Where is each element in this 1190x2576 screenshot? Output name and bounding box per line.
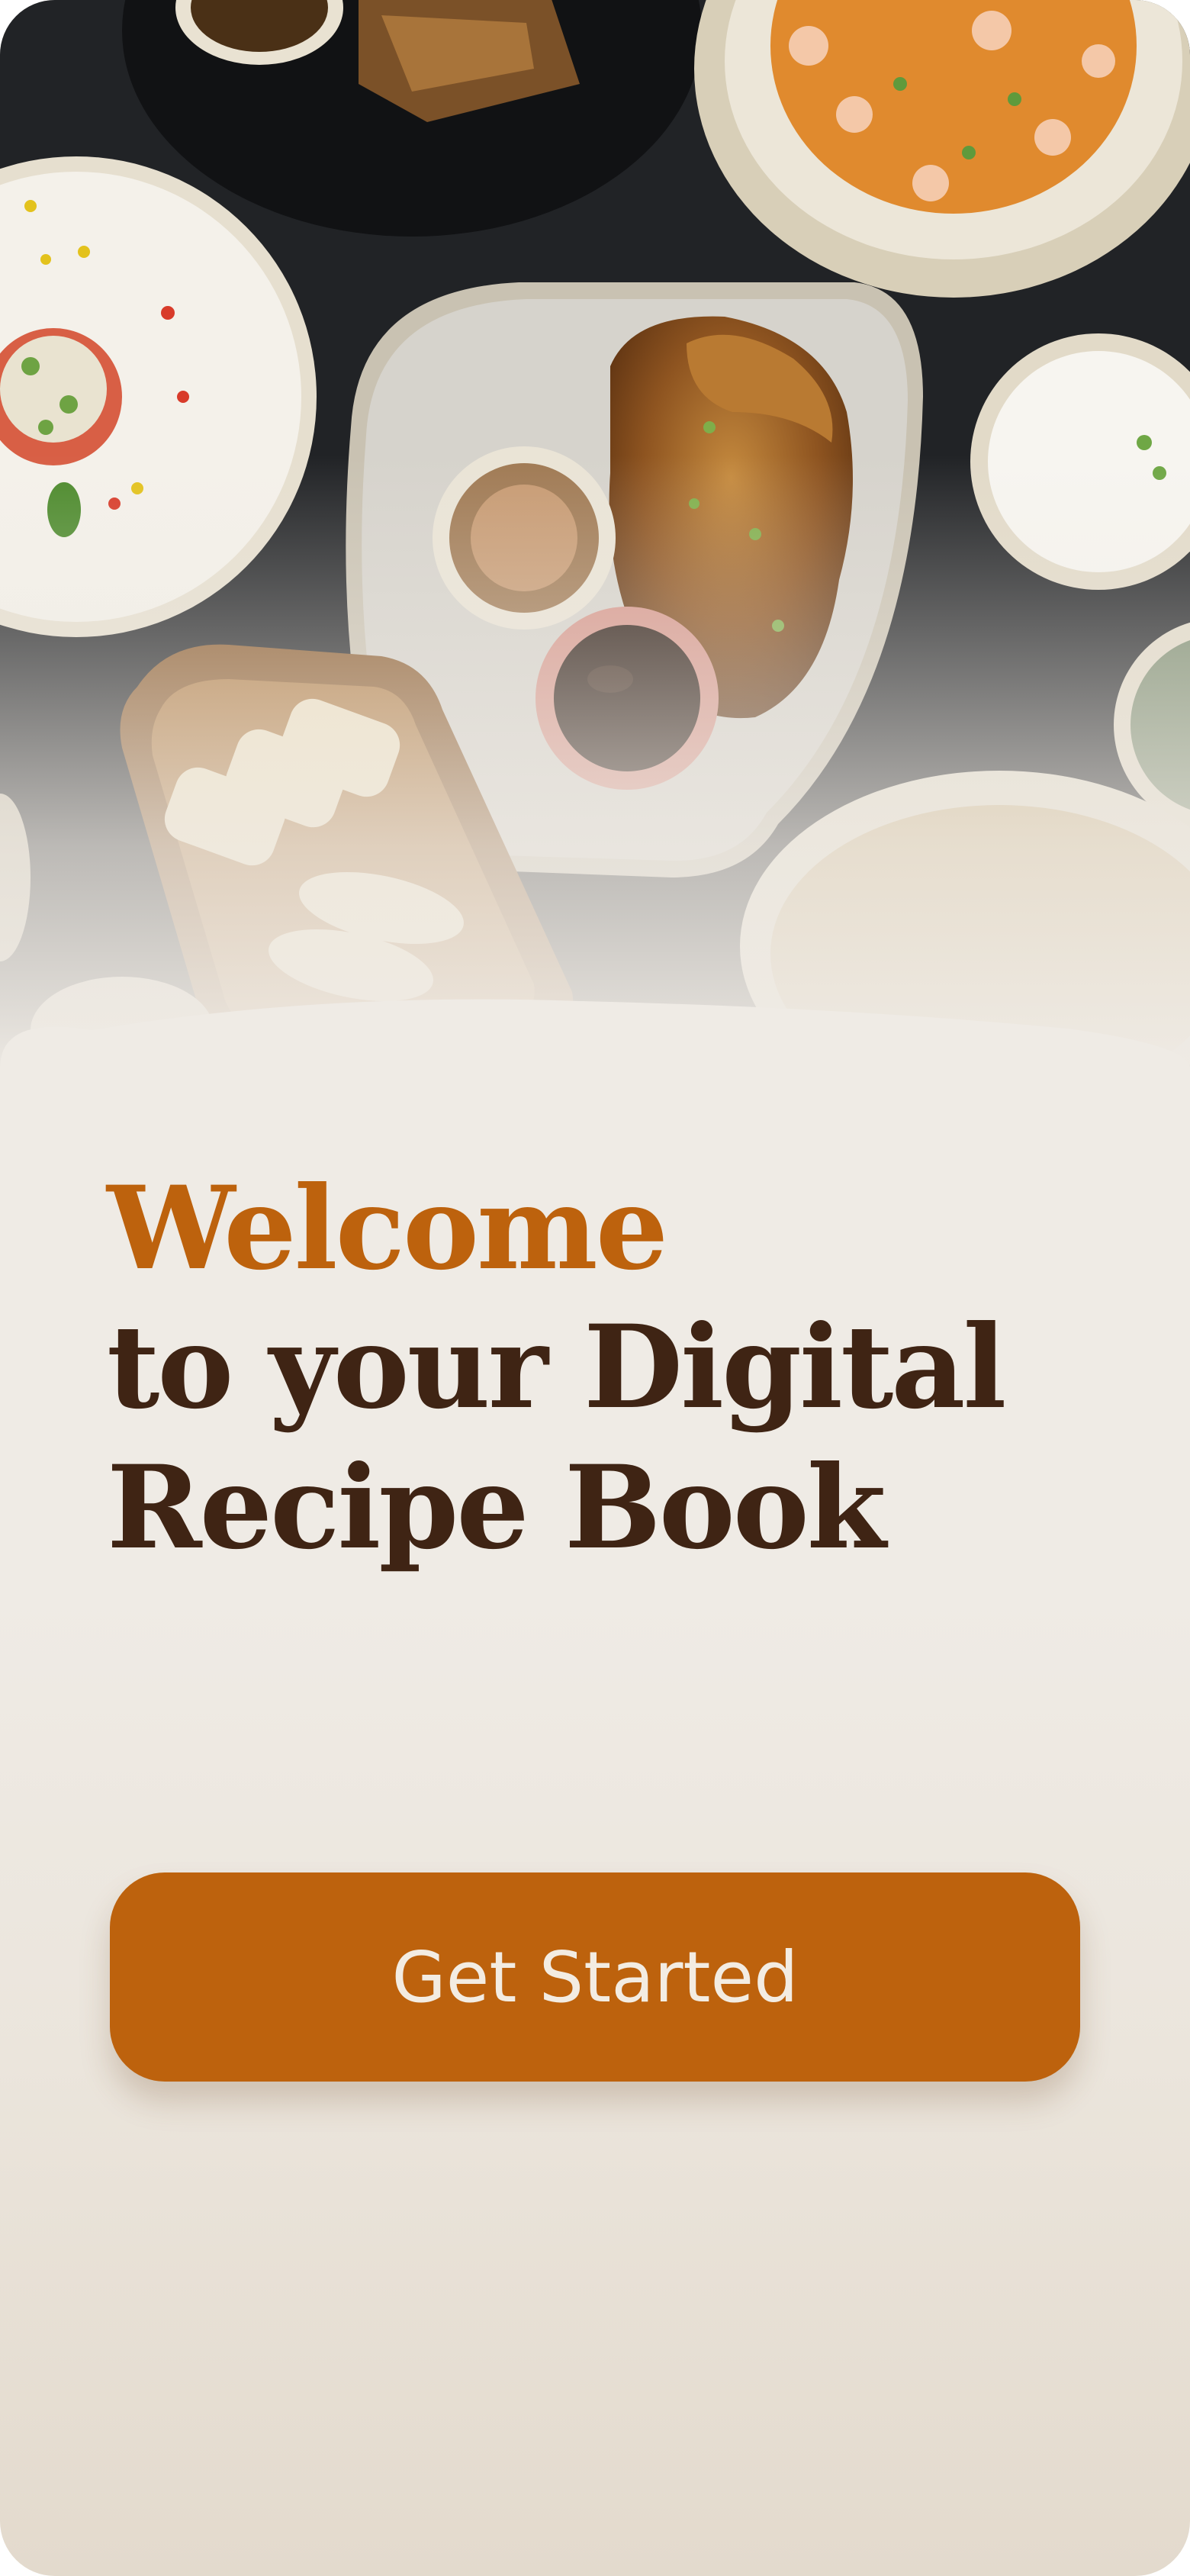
welcome-line-3: Recipe Book xyxy=(107,1441,886,1575)
welcome-screen: Welcome to your Digital Recipe Book Get … xyxy=(0,0,1190,2576)
welcome-line-2: to your Digital xyxy=(107,1300,1006,1435)
get-started-button[interactable]: Get Started xyxy=(110,1872,1080,2082)
hero-food-image xyxy=(0,0,1190,1084)
welcome-accent-line: Welcome xyxy=(107,1161,668,1296)
welcome-heading: Welcome to your Digital Recipe Book xyxy=(107,1160,1098,1578)
